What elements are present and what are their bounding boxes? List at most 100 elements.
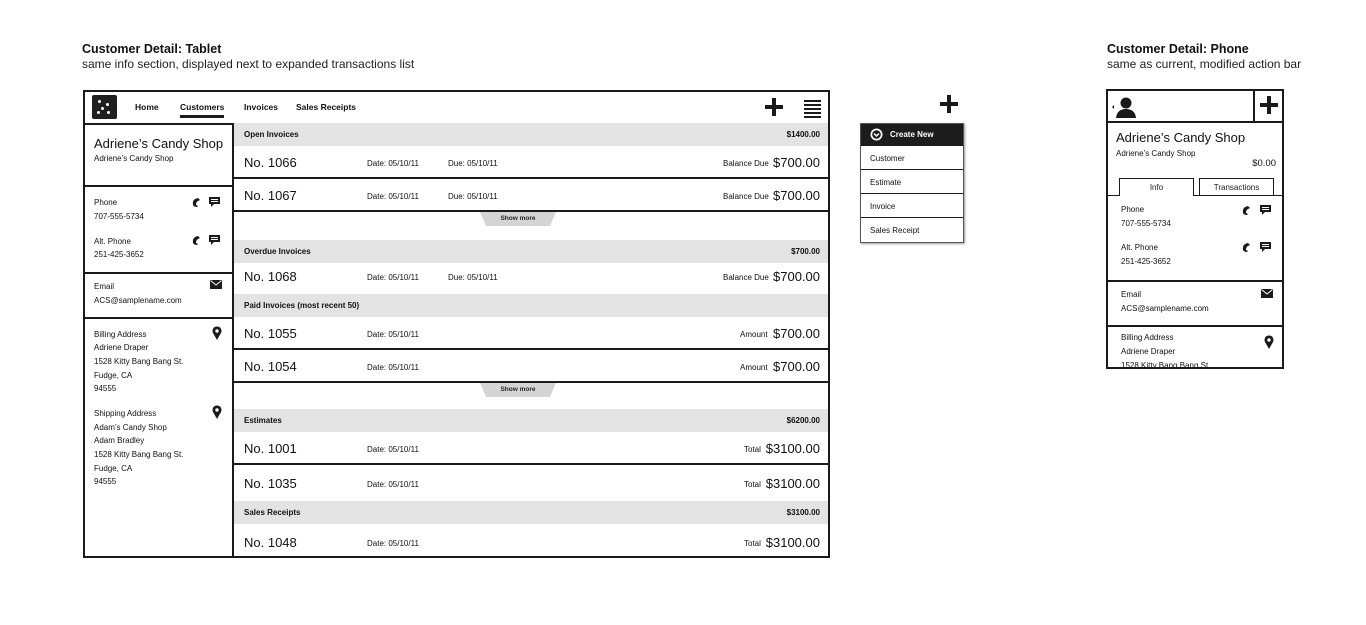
map-pin-icon[interactable] xyxy=(212,326,222,340)
section-header-paid-invoices: Paid Invoices (most recent 50) xyxy=(234,294,828,317)
nav-tab-invoices[interactable]: Invoices xyxy=(244,102,278,112)
invoice-number: No. 1066 xyxy=(244,155,297,170)
chat-icon[interactable] xyxy=(208,233,221,246)
shipping-line: 1528 Kitty Bang Bang St. xyxy=(94,450,184,459)
invoice-date: Date: 05/10/11 xyxy=(367,159,419,168)
top-nav-bar: Home Customers Invoices Sales Receipts xyxy=(85,92,828,125)
table-row[interactable]: No. 1055 Date: 05/10/11 Amount $700.00 xyxy=(234,317,828,350)
table-row[interactable]: No. 1001 Date: 05/10/11 Total $3100.00 xyxy=(234,432,828,465)
divider xyxy=(1108,325,1282,327)
map-pin-icon[interactable] xyxy=(212,405,222,419)
envelope-icon[interactable] xyxy=(210,280,222,289)
shipping-line: Fudge, CA xyxy=(94,464,133,473)
nav-tab-sales-receipts[interactable]: Sales Receipts xyxy=(296,102,356,112)
logo-icon[interactable] xyxy=(92,95,117,119)
nav-tab-home[interactable]: Home xyxy=(135,102,159,112)
section-header-sales-receipts: Sales Receipts $3100.00 xyxy=(234,501,828,524)
show-more-button[interactable]: Show more xyxy=(480,383,556,397)
invoice-due: Due: 05/10/11 xyxy=(448,273,498,282)
email-value: ACS@samplename.com xyxy=(1121,304,1209,313)
plus-icon[interactable] xyxy=(940,95,958,113)
receipt-date: Date: 05/10/11 xyxy=(367,539,419,548)
amount-value: $3100.00 xyxy=(765,476,820,491)
table-row[interactable]: No. 1054 Date: 05/10/11 Amount $700.00 xyxy=(234,350,828,383)
table-row[interactable]: No. 1048 Date: 05/10/11 Total $3100.00 xyxy=(234,524,828,556)
tab-transactions[interactable]: Transactions xyxy=(1199,178,1274,196)
chevron-down-icon xyxy=(870,128,883,141)
phone-value: 707-555-5734 xyxy=(1121,219,1171,228)
tablet-frame: Home Customers Invoices Sales Receipts A… xyxy=(83,90,830,558)
customer-name: Adriene’s Candy Shop xyxy=(1116,130,1246,145)
section-label: Sales Receipts xyxy=(244,508,301,517)
shipping-line: Adam Bradley xyxy=(94,436,145,445)
user-icon[interactable] xyxy=(1111,96,1137,118)
phone-label: Phone xyxy=(1121,205,1145,214)
amount-value: $700.00 xyxy=(773,359,820,374)
billing-line: 1528 Kitty Bang Bang St. xyxy=(1121,361,1211,369)
menu-item-sales-receipt[interactable]: Sales Receipt xyxy=(861,217,963,241)
amount-label: Balance Due xyxy=(723,273,769,282)
section-label: Estimates xyxy=(244,416,282,425)
shipping-address-label: Shipping Address xyxy=(94,409,157,418)
chat-icon[interactable] xyxy=(208,195,221,208)
invoice-date: Date: 05/10/11 xyxy=(367,330,419,339)
envelope-icon[interactable] xyxy=(1261,289,1273,298)
menu-item-invoice[interactable]: Invoice xyxy=(861,193,963,217)
menu-item-estimate[interactable]: Estimate xyxy=(861,169,963,193)
create-new-header[interactable]: Create New xyxy=(861,124,963,145)
invoice-date: Date: 05/10/11 xyxy=(367,273,419,282)
table-row[interactable]: No. 1066 Date: 05/10/11 Due: 05/10/11 Ba… xyxy=(234,146,828,179)
hamburger-icon[interactable] xyxy=(804,100,821,120)
phone-action-bar xyxy=(1108,91,1282,123)
phone-icon[interactable] xyxy=(191,196,203,208)
table-row[interactable]: No. 1068 Date: 05/10/11 Due: 05/10/11 Ba… xyxy=(234,263,828,294)
alt-phone-value: 251-425-3652 xyxy=(1121,257,1171,266)
map-pin-icon[interactable] xyxy=(1264,335,1274,349)
tablet-caption-title: Customer Detail: Tablet xyxy=(82,42,222,56)
invoice-number: No. 1067 xyxy=(244,188,297,203)
estimate-date: Date: 05/10/11 xyxy=(367,445,419,454)
phone-label: Phone xyxy=(94,198,118,207)
tablet-caption-subtitle: same info section, displayed next to exp… xyxy=(82,57,415,71)
chat-icon[interactable] xyxy=(1259,203,1272,216)
section-header-open-invoices: Open Invoices $1400.00 xyxy=(234,123,828,146)
chat-icon[interactable] xyxy=(1259,240,1272,253)
table-row[interactable]: No. 1035 Date: 05/10/11 Total $3100.00 xyxy=(234,465,828,501)
billing-line: Adriene Draper xyxy=(1121,347,1176,356)
divider xyxy=(1108,280,1282,282)
section-header-overdue-invoices: Overdue Invoices $700.00 xyxy=(234,240,828,263)
balance-value: $0.00 xyxy=(1252,158,1276,169)
divider xyxy=(1253,91,1255,121)
email-label: Email xyxy=(1121,290,1142,299)
show-more-button[interactable]: Show more xyxy=(480,212,556,226)
section-label: Open Invoices xyxy=(244,130,299,139)
receipt-number: No. 1048 xyxy=(244,535,297,550)
plus-icon[interactable] xyxy=(765,98,783,116)
amount-label: Balance Due xyxy=(723,192,769,201)
amount-value: $3100.00 xyxy=(765,535,820,550)
phone-frame: Adriene’s Candy Shop Adriene’s Candy Sho… xyxy=(1106,89,1284,369)
nav-tab-customers[interactable]: Customers xyxy=(180,102,225,118)
customer-info-panel: Adriene’s Candy Shop Adriene’s Candy Sho… xyxy=(85,123,234,556)
estimate-date: Date: 05/10/11 xyxy=(367,480,419,489)
invoice-due: Due: 05/10/11 xyxy=(448,159,498,168)
invoice-number: No. 1055 xyxy=(244,326,297,341)
email-label: Email xyxy=(94,282,115,291)
table-row[interactable]: No. 1067 Date: 05/10/11 Due: 05/10/11 Ba… xyxy=(234,179,828,212)
invoice-date: Date: 05/10/11 xyxy=(367,192,419,201)
phone-value: 707-555-5734 xyxy=(94,212,144,221)
amount-label: Total xyxy=(744,445,761,454)
create-new-label: Create New xyxy=(890,130,934,139)
customer-company: Adriene’s Candy Shop xyxy=(94,154,174,163)
menu-item-customer[interactable]: Customer xyxy=(861,145,963,169)
divider xyxy=(85,185,232,187)
tab-info[interactable]: Info xyxy=(1119,178,1194,196)
alt-phone-value: 251-425-3652 xyxy=(94,250,144,259)
plus-icon[interactable] xyxy=(1260,96,1278,114)
billing-line: 94555 xyxy=(94,384,117,393)
phone-icon[interactable] xyxy=(191,234,203,246)
amount-label: Amount xyxy=(740,363,768,372)
alt-phone-label: Alt. Phone xyxy=(1121,243,1158,252)
phone-icon[interactable] xyxy=(1241,204,1253,216)
phone-icon[interactable] xyxy=(1241,241,1253,253)
